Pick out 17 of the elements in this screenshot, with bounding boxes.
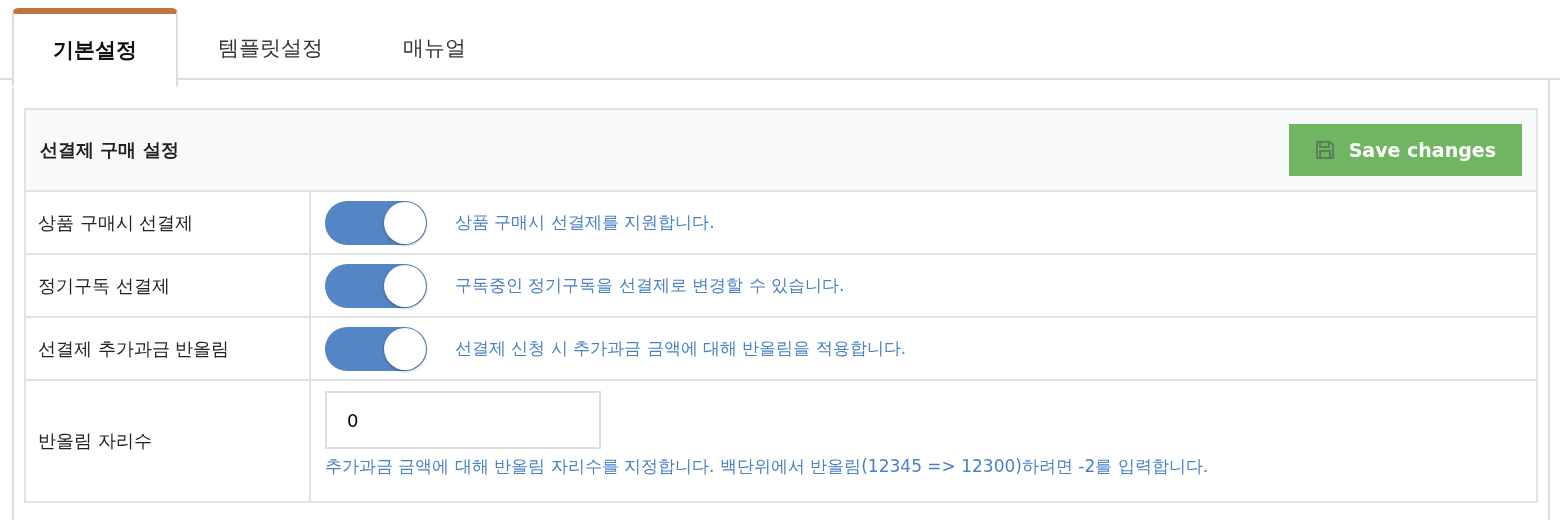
setting-label: 정기구독 선결제 bbox=[38, 273, 170, 298]
help-text: 구독중인 정기구독을 선결제로 변경할 수 있습니다. bbox=[455, 274, 845, 297]
help-text: 추가과금 금액에 대해 반올림 자리수를 지정합니다. 백단위에서 반올림(12345 => 12300)하려면 -2를 입력합니다. bbox=[325, 455, 1209, 478]
tab[interactable]: 템플릿설정 bbox=[178, 8, 363, 88]
setting-label: 상품 구매시 선결제 bbox=[38, 210, 194, 235]
tab[interactable]: 기본설정 bbox=[12, 8, 178, 88]
toggle-switch[interactable] bbox=[325, 326, 427, 371]
panel-title: 선결제 구매 설정 bbox=[40, 138, 179, 162]
help-text: 선결제 신청 시 추가과금 금액에 대해 반올림을 적용합니다. bbox=[455, 337, 907, 360]
help-text: 상품 구매시 선결제를 지원합니다. bbox=[455, 211, 715, 234]
tab[interactable]: 매뉴얼 bbox=[363, 8, 506, 88]
toggle-switch[interactable] bbox=[325, 200, 427, 245]
setting-label: 선결제 추가과금 반올림 bbox=[38, 336, 230, 361]
input-field[interactable]: 0 bbox=[325, 391, 601, 449]
save-icon bbox=[1314, 140, 1335, 160]
setting-label: 반올림 자리수 bbox=[38, 429, 152, 453]
toggle-switch[interactable] bbox=[325, 263, 427, 308]
